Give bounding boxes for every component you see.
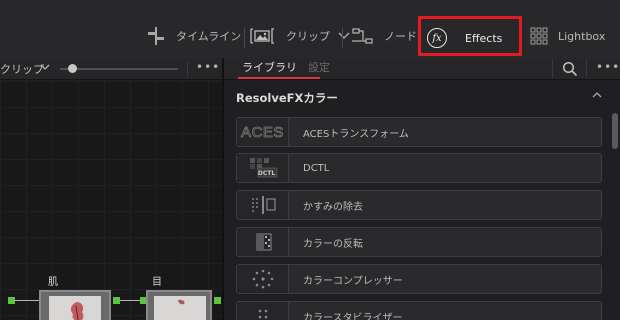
- header-divider: [187, 61, 188, 77]
- effects-library-list: ResolveFXカラー ACES ACESトランスフォーム DCTL DCTL: [224, 81, 620, 320]
- color-compressor-icon: [237, 265, 289, 293]
- tab-library[interactable]: ライブラリ: [242, 59, 297, 75]
- effect-item-aces-transform[interactable]: ACES ACESトランスフォーム: [236, 117, 602, 147]
- chevron-up-icon[interactable]: [592, 91, 602, 98]
- timeline-icon: [148, 27, 164, 45]
- zoom-slider-handle[interactable]: [68, 64, 77, 73]
- effect-item-invert-color[interactable]: カラーの反転: [236, 227, 602, 257]
- node-tab-label: ノード: [384, 30, 417, 43]
- connection-wire: [15, 300, 39, 301]
- lightbox-tab-label: Lightbox: [558, 29, 606, 43]
- clip-tab-label: クリップ: [286, 30, 330, 43]
- dctl-badge-text: DCTL: [257, 169, 276, 177]
- fx-icon: fx: [427, 28, 447, 48]
- timeline-tab-button[interactable]: タイムライン: [146, 22, 241, 50]
- scrollbar-thumb[interactable]: [612, 113, 618, 149]
- effect-item-label: かすみの除去: [303, 201, 363, 213]
- header-divider: [552, 60, 553, 78]
- node-tab-button[interactable]: ノード: [352, 22, 417, 50]
- node-graph-canvas[interactable]: 肌 目: [0, 81, 222, 320]
- input-port[interactable]: [8, 297, 15, 304]
- timeline-tab-label: タイムライン: [176, 30, 242, 43]
- dehaze-icon: [237, 191, 289, 219]
- lightbox-grid-icon: [530, 27, 548, 45]
- toolbar-divider: [244, 28, 245, 48]
- effect-item-dehaze[interactable]: かすみの除去: [236, 190, 602, 220]
- node-thumbnail: [154, 296, 206, 320]
- effects-tab-label: Effects: [465, 31, 503, 45]
- search-icon[interactable]: [562, 61, 578, 77]
- node-label-skin: 肌: [48, 277, 58, 288]
- node-panel-header: クリップ •••: [0, 58, 222, 80]
- effect-item-color-compressor[interactable]: カラーコンプレッサー: [236, 264, 602, 294]
- node-eye[interactable]: [146, 290, 212, 320]
- clip-selector[interactable]: クリップ: [0, 61, 44, 77]
- effects-tab-button[interactable]: fx Effects: [427, 24, 502, 52]
- effect-item-color-stabilizer[interactable]: カラースタビライザー: [236, 301, 602, 320]
- effect-item-label: カラースタビライザー: [303, 312, 403, 320]
- active-tab-indicator: [238, 77, 320, 79]
- toolbar-divider: [342, 28, 343, 48]
- effect-item-label: カラーコンプレッサー: [303, 275, 403, 287]
- effect-item-label: カラーの反転: [303, 238, 363, 250]
- aces-logo-text: ACES: [241, 123, 284, 141]
- chevron-down-icon[interactable]: [40, 64, 50, 71]
- clip-tab-button[interactable]: クリップ: [250, 22, 350, 50]
- invert-color-icon: [237, 228, 289, 256]
- aces-logo-icon: ACES: [237, 118, 289, 146]
- page-toolbar: タイムライン クリップ ノード fx Effects Lightbox: [0, 0, 620, 58]
- more-options-icon[interactable]: •••: [596, 60, 620, 74]
- output-port[interactable]: [113, 297, 120, 304]
- effect-item-label: DCTL: [303, 162, 330, 174]
- clip-thumbnail-icon: [250, 28, 274, 44]
- zoom-slider-track[interactable]: [60, 68, 178, 70]
- node-icon: [352, 28, 373, 44]
- lightbox-tab-button[interactable]: Lightbox: [530, 22, 605, 50]
- connection-wire: [120, 300, 140, 301]
- node-label-eye: 目: [152, 277, 162, 288]
- node-thumbnail: [49, 296, 101, 320]
- flower-thumbnail-icon: [70, 302, 84, 320]
- node-skin[interactable]: [39, 290, 111, 320]
- dctl-icon: DCTL: [237, 154, 289, 182]
- more-options-icon[interactable]: •••: [196, 60, 220, 74]
- chevron-down-icon: [338, 32, 350, 39]
- effects-panel-header: ライブラリ 設定 •••: [224, 58, 620, 80]
- output-port[interactable]: [214, 297, 221, 304]
- tab-settings[interactable]: 設定: [308, 59, 330, 75]
- header-divider: [586, 60, 587, 78]
- flower-thumbnail-icon: [178, 299, 185, 305]
- color-stabilizer-icon: [237, 302, 289, 320]
- effect-item-dctl[interactable]: DCTL DCTL: [236, 153, 602, 183]
- effect-item-label: ACESトランスフォーム: [303, 128, 409, 140]
- category-title[interactable]: ResolveFXカラー: [236, 90, 338, 106]
